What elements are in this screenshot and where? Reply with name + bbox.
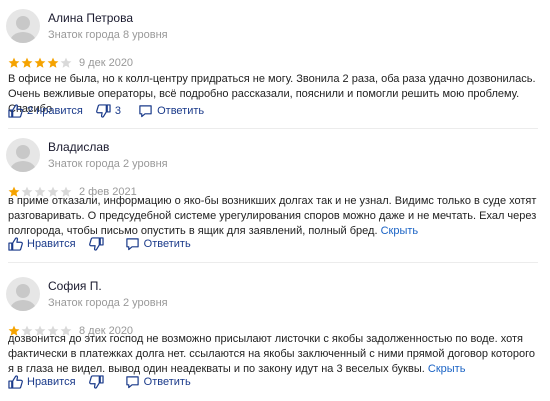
star-filled-icon [8,57,20,68]
like-button[interactable]: 2 нравится [8,104,83,118]
hide-link[interactable]: Скрыть [381,225,419,237]
avatar[interactable] [6,277,40,311]
divider [8,262,538,263]
thumbs-down-icon [88,237,104,251]
review-text: дозвонится до этих господ не возможно пр… [8,332,538,377]
dislike-button[interactable] [88,237,108,251]
thumbs-down-icon [96,104,111,118]
reviewer-name[interactable]: София П. [48,279,102,293]
thumbs-up-icon [8,104,23,118]
thumbs-up-icon [8,237,23,251]
hide-link[interactable]: Скрыть [428,363,466,375]
reply-button[interactable]: Ответить [125,237,191,251]
star-filled-icon [47,57,59,68]
reply-icon [125,376,139,389]
divider [8,128,538,129]
reply-label: Ответить [143,238,191,250]
thumbs-down-icon [88,375,104,389]
dislike-count: 3 [114,105,122,117]
reviewer-level: Знаток города 8 уровня [48,29,168,41]
like-button[interactable]: Нравится [8,237,76,251]
dislike-button[interactable]: 3 [96,104,121,118]
avatar[interactable] [6,138,40,172]
avatar[interactable] [6,9,40,43]
like-button[interactable]: Нравится [8,375,76,389]
reply-label: Ответить [143,376,191,388]
review-actions: Нравится Ответить [8,237,191,255]
dislike-button[interactable] [88,375,108,389]
reply-icon [125,238,139,251]
review-text-body: в приме отказали, информацию о яко-бы во… [8,195,537,237]
review-date: 9 дек 2020 [79,57,134,69]
like-label: Нравится [27,238,76,250]
like-label: Нравится [27,376,76,388]
reviewer-name[interactable]: Владислав [48,140,109,154]
star-filled-icon [21,57,33,68]
reviewer-name[interactable]: Алина Петрова [48,11,133,25]
thumbs-up-icon [8,375,23,389]
reviewer-level: Знаток города 2 уровня [48,158,168,170]
review-actions: 2 нравится 3 Ответить [8,104,204,122]
like-label: 2 нравится [27,105,83,117]
star-empty-icon [60,57,72,68]
reply-label: Ответить [157,105,205,117]
reply-button[interactable]: Ответить [125,375,191,389]
review-text: в приме отказали, информацию о яко-бы во… [8,194,538,239]
reply-button[interactable]: Ответить [138,104,204,118]
star-filled-icon [34,57,46,68]
rating-stars [8,57,73,69]
reviewer-level: Знаток города 2 уровня [48,297,168,309]
reply-icon [139,105,152,118]
review-actions: Нравится Ответить [8,375,191,393]
